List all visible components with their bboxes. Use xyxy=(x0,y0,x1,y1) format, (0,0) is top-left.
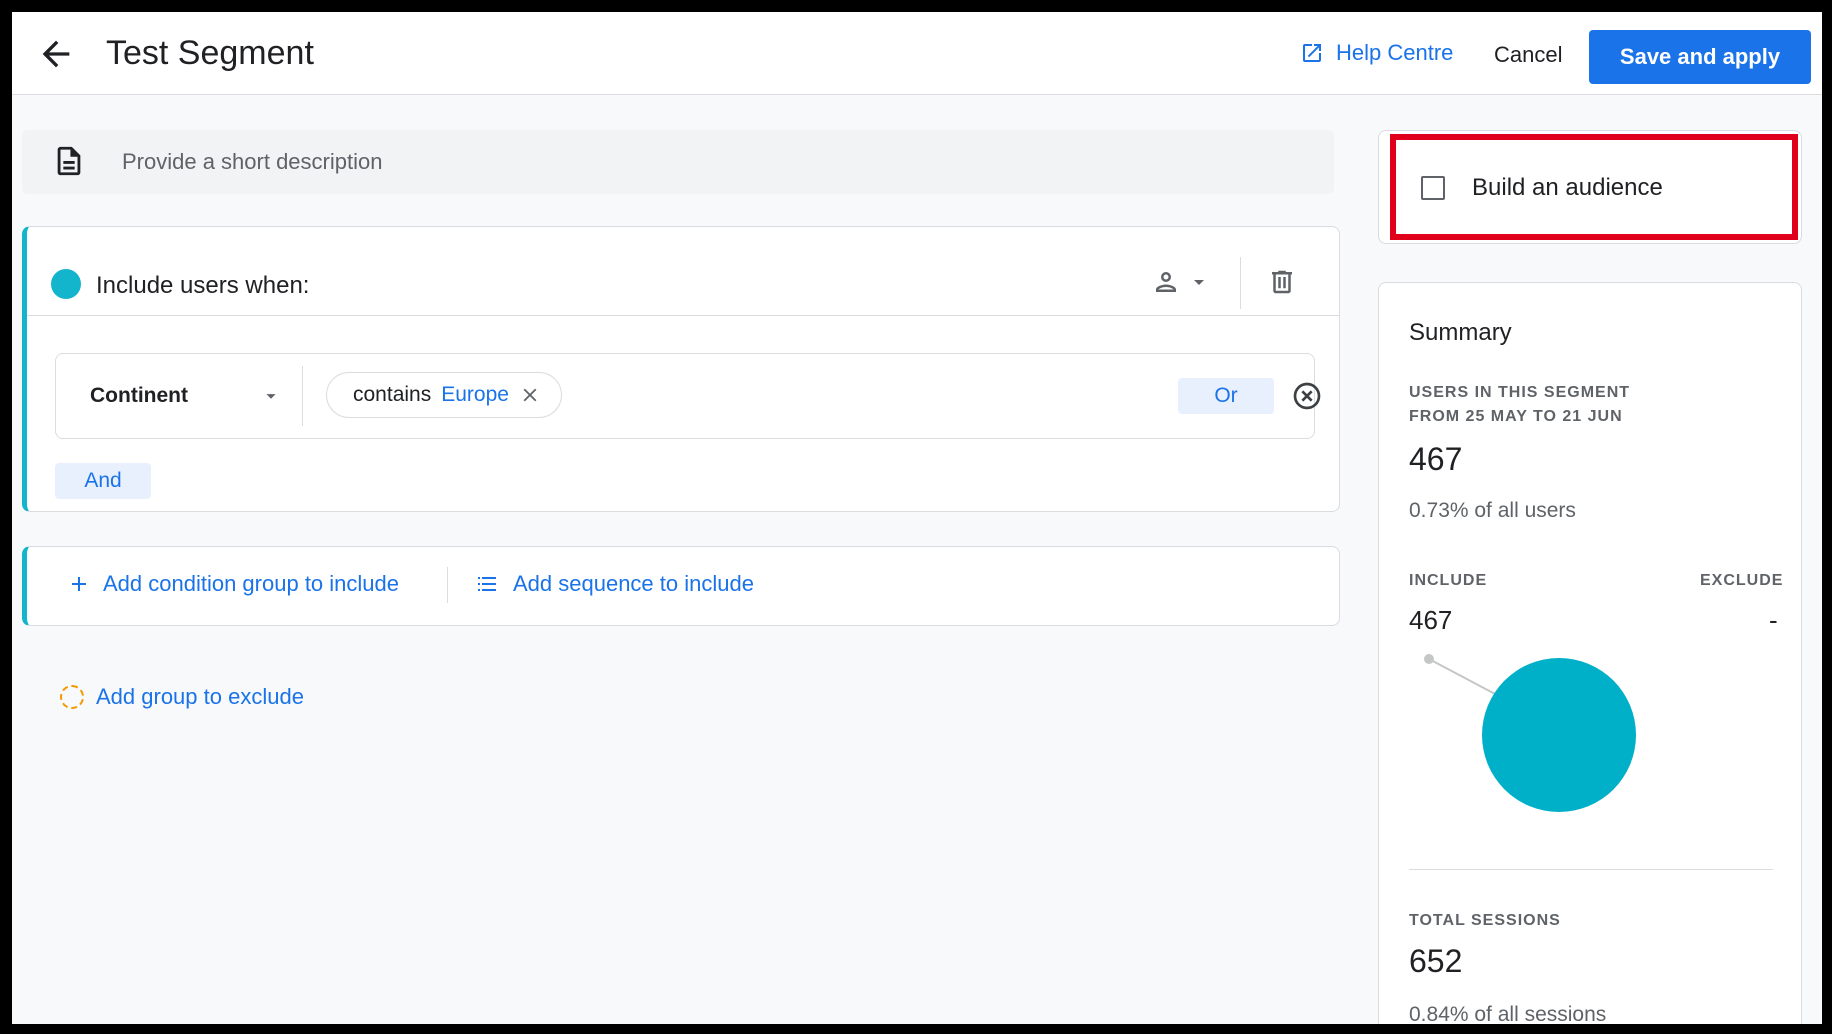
add-condition-group-button[interactable]: Add condition group to include xyxy=(67,571,399,597)
add-exclude-group-button[interactable]: Add group to exclude xyxy=(60,684,304,710)
scope-selector[interactable] xyxy=(1151,267,1211,297)
header-divider xyxy=(1240,257,1241,309)
summary-title: Summary xyxy=(1409,319,1512,346)
date-range-caption: FROM 25 MAY TO 21 JUN xyxy=(1409,408,1623,425)
delete-icon xyxy=(1272,270,1292,294)
summary-card: Summary USERS IN THIS SEGMENT FROM 25 MA… xyxy=(1378,282,1802,1024)
highlight-annotation xyxy=(1390,134,1798,240)
dropdown-arrow-icon xyxy=(1194,280,1204,285)
condition-chip[interactable]: contains Europe xyxy=(326,372,562,418)
list-icon xyxy=(478,577,496,591)
dimension-dropdown[interactable]: Continent xyxy=(90,384,282,408)
and-button[interactable]: And xyxy=(55,463,151,499)
condition-divider xyxy=(302,366,303,426)
users-percentage: 0.73% of all users xyxy=(1409,499,1576,522)
or-button[interactable]: Or xyxy=(1178,378,1274,414)
pie-leader-line xyxy=(1428,658,1498,696)
include-group-header: Include users when: xyxy=(27,227,1339,316)
add-exclude-label: Add group to exclude xyxy=(96,684,304,709)
cancel-button[interactable]: Cancel xyxy=(1494,42,1562,68)
open-in-new-icon xyxy=(1303,44,1321,62)
add-condition-group-label: Add condition group to include xyxy=(103,571,399,596)
condition-value: Europe xyxy=(441,383,509,406)
remove-condition-button[interactable] xyxy=(1291,380,1323,417)
pie-slice-include xyxy=(1482,658,1636,812)
help-centre-link[interactable]: Help Centre xyxy=(1300,40,1453,66)
help-centre-label: Help Centre xyxy=(1336,40,1454,65)
add-sequence-button[interactable]: Add sequence to include xyxy=(475,571,754,597)
group-color-dot xyxy=(51,269,81,299)
sessions-percentage: 0.84% of all sessions xyxy=(1409,1003,1607,1024)
include-condition-group: Include users when: Continent contains E… xyxy=(22,226,1340,512)
users-count: 467 xyxy=(1409,441,1463,477)
back-button[interactable] xyxy=(36,34,76,74)
delete-group-button[interactable] xyxy=(1267,267,1297,302)
add-sequence-label: Add sequence to include xyxy=(513,571,754,596)
dropdown-arrow-icon xyxy=(266,394,276,399)
description-field[interactable]: Provide a short description xyxy=(22,130,1334,194)
include-pie-chart xyxy=(1424,654,1636,812)
add-include-bar: Add condition group to include Add seque… xyxy=(22,546,1340,626)
operator-label: contains xyxy=(353,383,432,406)
arrow-back-icon xyxy=(42,40,70,68)
summary-divider xyxy=(1409,869,1773,870)
condition-row: Continent contains Europe Or xyxy=(55,353,1321,439)
include-users-label: Include users when: xyxy=(96,272,310,299)
sessions-caption: TOTAL SESSIONS xyxy=(1409,912,1561,929)
app-window: Test Segment Help Centre Cancel Save and… xyxy=(12,12,1822,1024)
description-placeholder: Provide a short description xyxy=(122,149,383,174)
page-title: Test Segment xyxy=(106,34,314,72)
document-icon xyxy=(57,146,81,176)
close-icon[interactable] xyxy=(519,384,541,406)
cancel-circle-icon xyxy=(1293,382,1321,410)
dimension-label: Continent xyxy=(90,384,188,407)
save-and-apply-button[interactable]: Save and apply xyxy=(1589,30,1811,84)
exclude-caption: EXCLUDE xyxy=(1700,572,1784,589)
dashed-circle-icon xyxy=(60,685,84,709)
add-divider xyxy=(447,567,448,603)
person-icon xyxy=(1156,272,1176,292)
add-icon xyxy=(72,577,86,591)
users-caption: USERS IN THIS SEGMENT xyxy=(1409,384,1631,401)
include-caption: INCLUDE xyxy=(1409,572,1488,589)
sessions-count: 652 xyxy=(1409,943,1463,979)
top-bar: Test Segment Help Centre Cancel Save and… xyxy=(12,12,1822,95)
